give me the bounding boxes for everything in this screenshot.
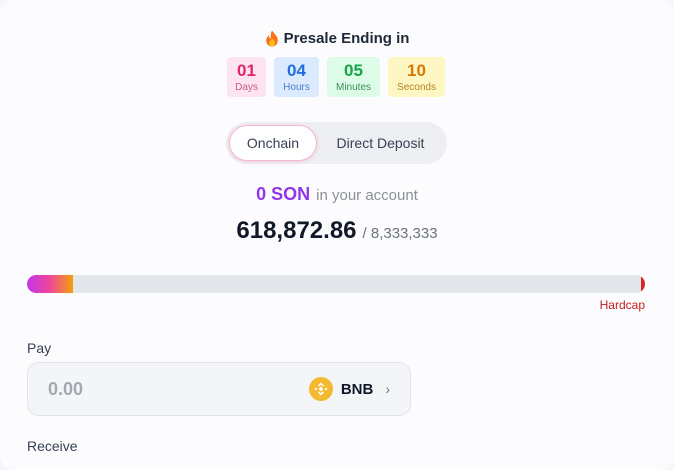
countdown-days: 01 Days [227,57,266,97]
countdown-timer: 01 Days 04 Hours 05 Minutes 10 Seconds [227,57,445,97]
tab-onchain[interactable]: Onchain [229,125,317,161]
progress-bar-fill [27,275,73,293]
token-name: BNB [340,380,374,398]
countdown-hours-value: 04 [287,60,306,80]
account-balance: 0 SON [256,184,311,204]
countdown-seconds-value: 10 [407,60,426,80]
payment-method-toggle: Onchain Direct Deposit [226,122,447,164]
countdown-days-label: Days [235,81,258,93]
pay-field: BNB › [27,362,411,416]
countdown-minutes-value: 05 [344,60,363,80]
hardcap-marker [641,275,645,293]
presale-title-row: Presale Ending in [0,30,674,47]
countdown-days-value: 01 [237,60,256,80]
raised-row: 618,872.86 / 8,333,333 [0,217,674,245]
raised-amount: 618,872.86 [236,217,357,244]
countdown-hours-label: Hours [283,81,310,93]
hardcap-label: Hardcap [599,298,645,312]
token-selector[interactable]: BNB › [308,377,390,401]
presale-card: Presale Ending in 01 Days 04 Hours 05 Mi… [0,0,674,470]
raise-cap: / 8,333,333 [362,225,438,242]
countdown-seconds: 10 Seconds [388,57,445,97]
presale-title: Presale Ending in [283,30,410,47]
tab-direct-deposit[interactable]: Direct Deposit [317,125,444,161]
presale-progress-bar [27,275,645,293]
countdown-minutes: 05 Minutes [327,57,380,97]
countdown-hours: 04 Hours [274,57,319,97]
fire-icon [265,30,278,47]
receive-label: Receive [27,438,78,454]
bnb-coin-icon [308,377,333,401]
countdown-seconds-label: Seconds [397,81,436,93]
countdown-minutes-label: Minutes [335,81,371,93]
chevron-right-icon: › [385,381,390,397]
pay-label: Pay [27,340,52,356]
pay-amount-input[interactable] [48,378,309,400]
account-balance-suffix: in your account [316,187,418,204]
account-balance-row: 0 SON in your account [0,184,674,205]
